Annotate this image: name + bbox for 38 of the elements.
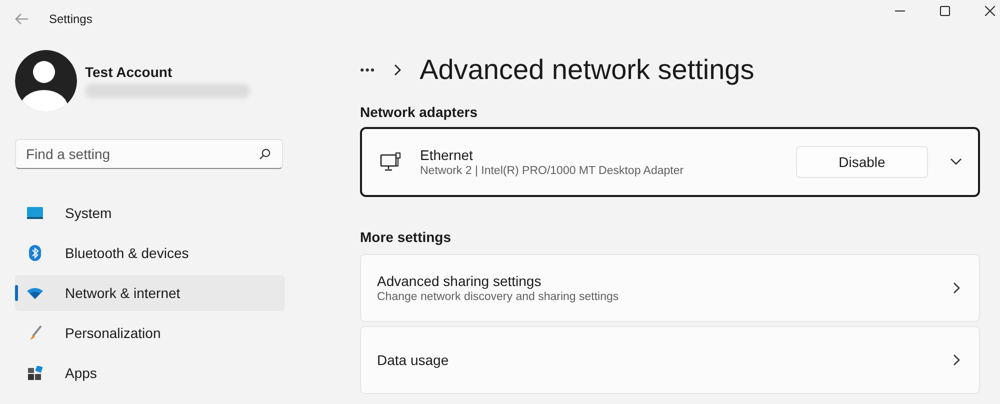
maximize-icon[interactable] [940, 6, 950, 16]
sidebar-item[interactable]: Personalization [15, 315, 285, 351]
minimize-icon[interactable] [895, 10, 905, 12]
close-icon[interactable] [985, 6, 995, 16]
chevron-right-icon [953, 354, 961, 366]
selection-indicator [15, 285, 18, 301]
wifi-icon [27, 287, 43, 299]
monitor-icon [27, 207, 43, 219]
setting-description: Change network discovery and sharing settings [377, 291, 620, 303]
section-heading: More settings [360, 229, 452, 245]
disable-button[interactable]: Disable [796, 146, 928, 178]
adapter-name: Ethernet [420, 147, 474, 163]
search-field[interactable]: Find a setting [15, 139, 283, 169]
account-name: Test Account [85, 64, 174, 80]
adapter-card[interactable]: Ethernet Network 2 | Intel(R) PRO/1000 MT Desktop Adapter Disable [360, 127, 980, 197]
settings-card[interactable]: Advanced sharing settings Change network discovery and sharing settings [360, 254, 980, 322]
search-icon [259, 148, 271, 160]
setting-title: Advanced sharing settings [377, 273, 542, 289]
sidebar-item[interactable]: Apps [15, 355, 285, 391]
chevron-right-icon [953, 282, 961, 294]
sidebar-item[interactable]: Network & internet [15, 275, 285, 311]
brush-icon [27, 325, 43, 341]
back-arrow-icon[interactable] [15, 13, 29, 25]
computer-icon [380, 152, 402, 172]
more-button[interactable]: ••• [360, 63, 376, 77]
page-title: Advanced network settings [420, 54, 754, 86]
section-heading: Network adapters [360, 104, 478, 120]
avatar-icon [15, 50, 77, 112]
apps-icon [27, 366, 43, 380]
bluetooth-icon [27, 245, 43, 261]
chevron-down-icon[interactable] [950, 158, 962, 166]
sidebar-item[interactable]: Bluetooth & devices [15, 235, 285, 271]
chevron-right-icon [394, 64, 402, 76]
window-title: Settings [49, 12, 92, 26]
adapter-description: Network 2 | Intel(R) PRO/1000 MT Desktop Adapter [420, 165, 685, 177]
sidebar-item[interactable]: System [15, 195, 285, 231]
settings-card[interactable]: Data usage [360, 326, 980, 394]
setting-title: Data usage [377, 352, 450, 368]
